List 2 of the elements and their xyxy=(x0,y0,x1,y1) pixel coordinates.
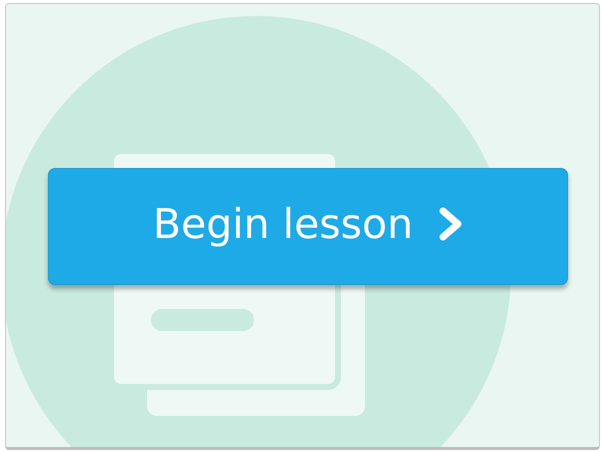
begin-lesson-button[interactable]: Begin lesson xyxy=(48,168,568,285)
chevron-right-icon xyxy=(439,206,464,240)
